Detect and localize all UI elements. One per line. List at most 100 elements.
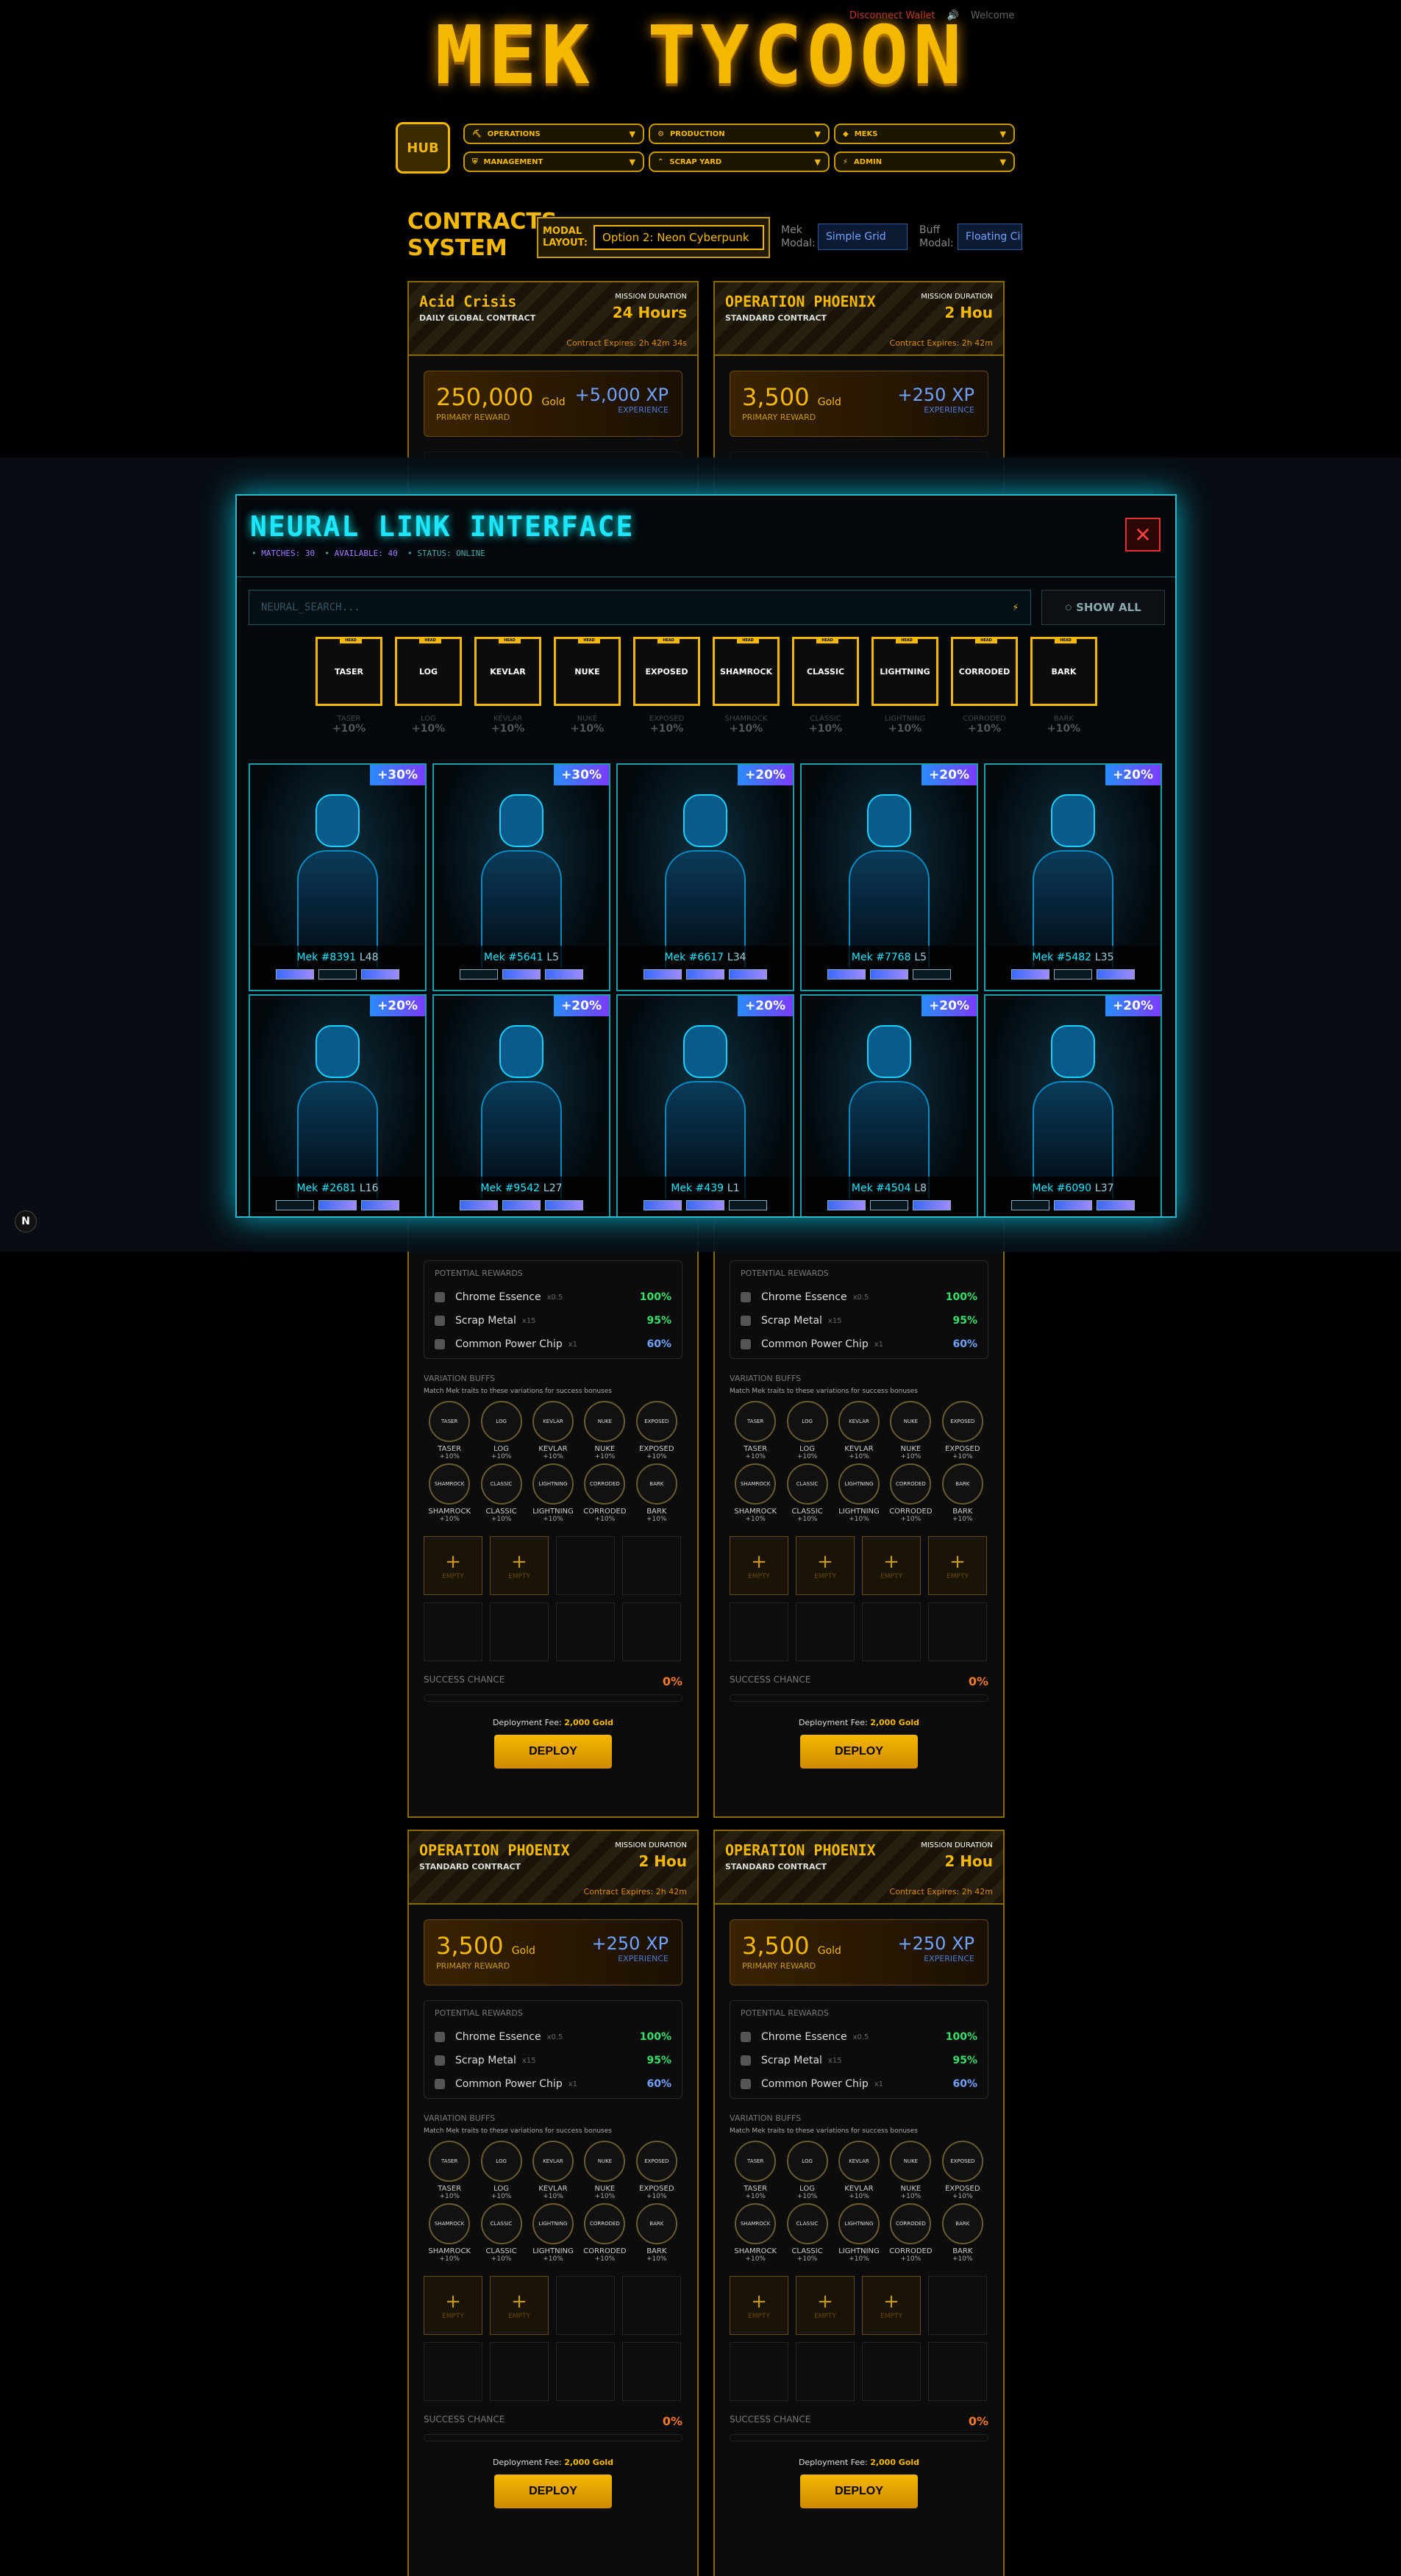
variation-buff-kevlar[interactable]: KEVLAR KEVLAR +10% [833, 2141, 885, 2200]
close-icon[interactable]: ✕ [1125, 518, 1161, 552]
variation-buff-nuke[interactable]: NUKE NUKE +10% [579, 2141, 630, 2200]
variation-buff-shamrock[interactable]: SHAMROCK SHAMROCK +10% [730, 2203, 781, 2263]
variation-buff-exposed[interactable]: EXPOSED EXPOSED +10% [937, 2141, 988, 2200]
variation-filter-exposed[interactable]: EXPOSED HEAD EXPOSED +10% [633, 637, 700, 735]
variation-buff-corroded[interactable]: CORRODED CORRODED +10% [885, 2203, 936, 2263]
variation-buff-classic[interactable]: CLASSIC CLASSIC +10% [475, 1463, 527, 1523]
variation-buff-taser[interactable]: TASER TASER +10% [424, 1401, 475, 1460]
variation-filter-bark[interactable]: BARK HEAD BARK +10% [1030, 637, 1097, 735]
variation-buff-lightning[interactable]: LIGHTNING LIGHTNING +10% [833, 2203, 885, 2263]
variation-buff-exposed[interactable]: EXPOSED EXPOSED +10% [631, 1401, 682, 1460]
empty-slot[interactable]: + EMPTY [424, 2276, 482, 2335]
variation-buff-log[interactable]: LOG LOG +10% [781, 2141, 833, 2200]
deploy-button[interactable]: DEPLOY [494, 1735, 612, 1769]
variation-buff-lightning[interactable]: LIGHTNING LIGHTNING +10% [527, 1463, 579, 1523]
variation-filter-taser[interactable]: TASER HEAD TASER +10% [316, 637, 382, 735]
neural-search-input[interactable]: NEURAL_SEARCH... ⚡ [249, 590, 1031, 625]
empty-slot[interactable]: + EMPTY [796, 1536, 855, 1595]
mek-card[interactable]: +20% Mek #5482 L35 [984, 763, 1162, 991]
variation-buffs-title: VARIATION BUFFS [730, 1374, 802, 1383]
variation-buff-kevlar[interactable]: KEVLAR KEVLAR +10% [527, 2141, 579, 2200]
variation-buff-corroded[interactable]: CORRODED CORRODED +10% [579, 1463, 630, 1523]
variation-buff-corroded[interactable]: CORRODED CORRODED +10% [885, 1463, 936, 1523]
empty-slot[interactable]: + EMPTY [862, 1536, 921, 1595]
variation-buff-classic[interactable]: CLASSIC CLASSIC +10% [781, 1463, 833, 1523]
variation-buff-kevlar[interactable]: KEVLAR KEVLAR +10% [527, 1401, 579, 1460]
variation-buff-lightning[interactable]: LIGHTNING LIGHTNING +10% [833, 1463, 885, 1523]
mek-card[interactable]: +30% Mek #8391 L48 [249, 763, 427, 991]
variation-filter-corroded[interactable]: CORRODED HEAD CORRODED +10% [951, 637, 1018, 735]
variation-filter-nuke[interactable]: NUKE HEAD NUKE +10% [554, 637, 621, 735]
variation-circles: TASER TASER +10% LOG LOG +10% KEVLAR KEVLAR +10%… [424, 2141, 682, 2263]
variation-buff-lightning[interactable]: LIGHTNING LIGHTNING +10% [527, 2203, 579, 2263]
variation-filter-shamrock[interactable]: SHAMROCK HEAD SHAMROCK +10% [713, 637, 780, 735]
locked-slot [730, 1602, 788, 1661]
variation-filter-kevlar[interactable]: KEVLAR HEAD KEVLAR +10% [474, 637, 541, 735]
variation-buff-kevlar[interactable]: KEVLAR KEVLAR +10% [833, 1401, 885, 1460]
mek-image [665, 1025, 746, 1199]
mek-card[interactable]: +20% Mek #6090 L37 [984, 994, 1162, 1216]
variation-buff-nuke[interactable]: NUKE NUKE +10% [885, 1401, 936, 1460]
nav-dropdown-admin[interactable]: ⚡ ADMIN ▼ [834, 151, 1015, 172]
variation-filter-log[interactable]: LOG HEAD LOG +10% [395, 637, 462, 735]
mek-modal-select[interactable]: Simple Grid [818, 224, 908, 250]
mek-card[interactable]: +20% Mek #439 L1 [616, 994, 794, 1216]
show-all-button[interactable]: ○ SHOW ALL [1041, 590, 1165, 625]
variation-buff-bark[interactable]: BARK BARK +10% [631, 2203, 682, 2263]
nav-dropdown-meks[interactable]: ◆ MEKS ▼ [834, 124, 1015, 144]
buff-modal-select[interactable]: Floating Cir [958, 224, 1022, 250]
empty-slot[interactable]: + EMPTY [490, 2276, 549, 2335]
empty-slot[interactable]: + EMPTY [730, 1536, 788, 1595]
mek-card[interactable]: +20% Mek #7768 L5 [800, 763, 978, 991]
mek-card[interactable]: +20% Mek #4504 L8 [800, 994, 978, 1216]
empty-slot[interactable]: + EMPTY [490, 1536, 549, 1595]
variation-buff-corroded[interactable]: CORRODED CORRODED +10% [579, 2203, 630, 2263]
variation-buff-nuke[interactable]: NUKE NUKE +10% [579, 1401, 630, 1460]
empty-slot[interactable]: + EMPTY [424, 1536, 482, 1595]
mek-card[interactable]: +30% Mek #5641 L5 [432, 763, 610, 991]
variation-buff-taser[interactable]: TASER TASER +10% [730, 1401, 781, 1460]
variation-buff-taser[interactable]: TASER TASER +10% [730, 2141, 781, 2200]
deploy-button[interactable]: DEPLOY [494, 2475, 612, 2508]
nav-dropdown-operations[interactable]: ⛏ OPERATIONS ▼ [463, 124, 644, 144]
nav-dropdown-production[interactable]: ⚙ PRODUCTION ▼ [649, 124, 830, 144]
deploy-button[interactable]: DEPLOY [800, 2475, 918, 2508]
variation-buff-log[interactable]: LOG LOG +10% [475, 2141, 527, 2200]
variation-buff-shamrock[interactable]: SHAMROCK SHAMROCK +10% [730, 1463, 781, 1523]
variation-bonus: +10% [491, 723, 525, 735]
variation-buff-log[interactable]: LOG LOG +10% [781, 1401, 833, 1460]
variation-filter-lightning[interactable]: LIGHTNING HEAD LIGHTNING +10% [871, 637, 938, 735]
mek-card[interactable]: +20% Mek #6617 L34 [616, 763, 794, 991]
mek-card[interactable]: +20% Mek #9542 L27 [432, 994, 610, 1216]
reward-icon [435, 1292, 445, 1302]
variation-buff-nuke[interactable]: NUKE NUKE +10% [885, 2141, 936, 2200]
variation-buff-shamrock[interactable]: SHAMROCK SHAMROCK +10% [424, 2203, 475, 2263]
variation-buff-shamrock[interactable]: SHAMROCK SHAMROCK +10% [424, 1463, 475, 1523]
variation-filter-classic[interactable]: CLASSIC HEAD CLASSIC +10% [792, 637, 859, 735]
variation-buff-classic[interactable]: CLASSIC CLASSIC +10% [475, 2203, 527, 2263]
success-label: SUCCESS CHANCE [730, 2414, 811, 2425]
variation-buff-taser[interactable]: TASER TASER +10% [424, 2141, 475, 2200]
nav-dropdown-scrap-yard[interactable]: ⌃ SCRAP YARD ▼ [649, 151, 830, 172]
nav-dropdown-management[interactable]: ⛨ MANAGEMENT ▼ [463, 151, 644, 172]
empty-slot[interactable]: + EMPTY [928, 1536, 987, 1595]
deploy-button[interactable]: DEPLOY [800, 1735, 918, 1769]
variation-buff-log[interactable]: LOG LOG +10% [475, 1401, 527, 1460]
variation-buff-classic[interactable]: CLASSIC CLASSIC +10% [781, 2203, 833, 2263]
empty-slot[interactable]: + EMPTY [862, 2276, 921, 2335]
modal-layout-select[interactable]: Option 2: Neon Cyberpunk [593, 225, 765, 250]
mek-card[interactable]: +20% Mek #2681 L16 [249, 994, 427, 1216]
hub-button[interactable]: HUB [396, 122, 450, 174]
next-logo-icon[interactable]: N [15, 1210, 37, 1232]
potential-rewards-title: POTENTIAL REWARDS [741, 1269, 829, 1278]
variation-buff-bark[interactable]: BARK BARK +10% [937, 1463, 988, 1523]
variation-buff-exposed[interactable]: EXPOSED EXPOSED +10% [631, 2141, 682, 2200]
variation-tile: TASER HEAD [316, 637, 382, 706]
variation-buff-bark[interactable]: BARK BARK +10% [631, 1463, 682, 1523]
variation-buff-bark[interactable]: BARK BARK +10% [937, 2203, 988, 2263]
variation-bonus: +10% [849, 1453, 869, 1460]
empty-slot[interactable]: + EMPTY [796, 2276, 855, 2335]
empty-slot[interactable]: + EMPTY [730, 2276, 788, 2335]
variation-buff-exposed[interactable]: EXPOSED EXPOSED +10% [937, 1401, 988, 1460]
mek-level: L5 [914, 952, 927, 963]
